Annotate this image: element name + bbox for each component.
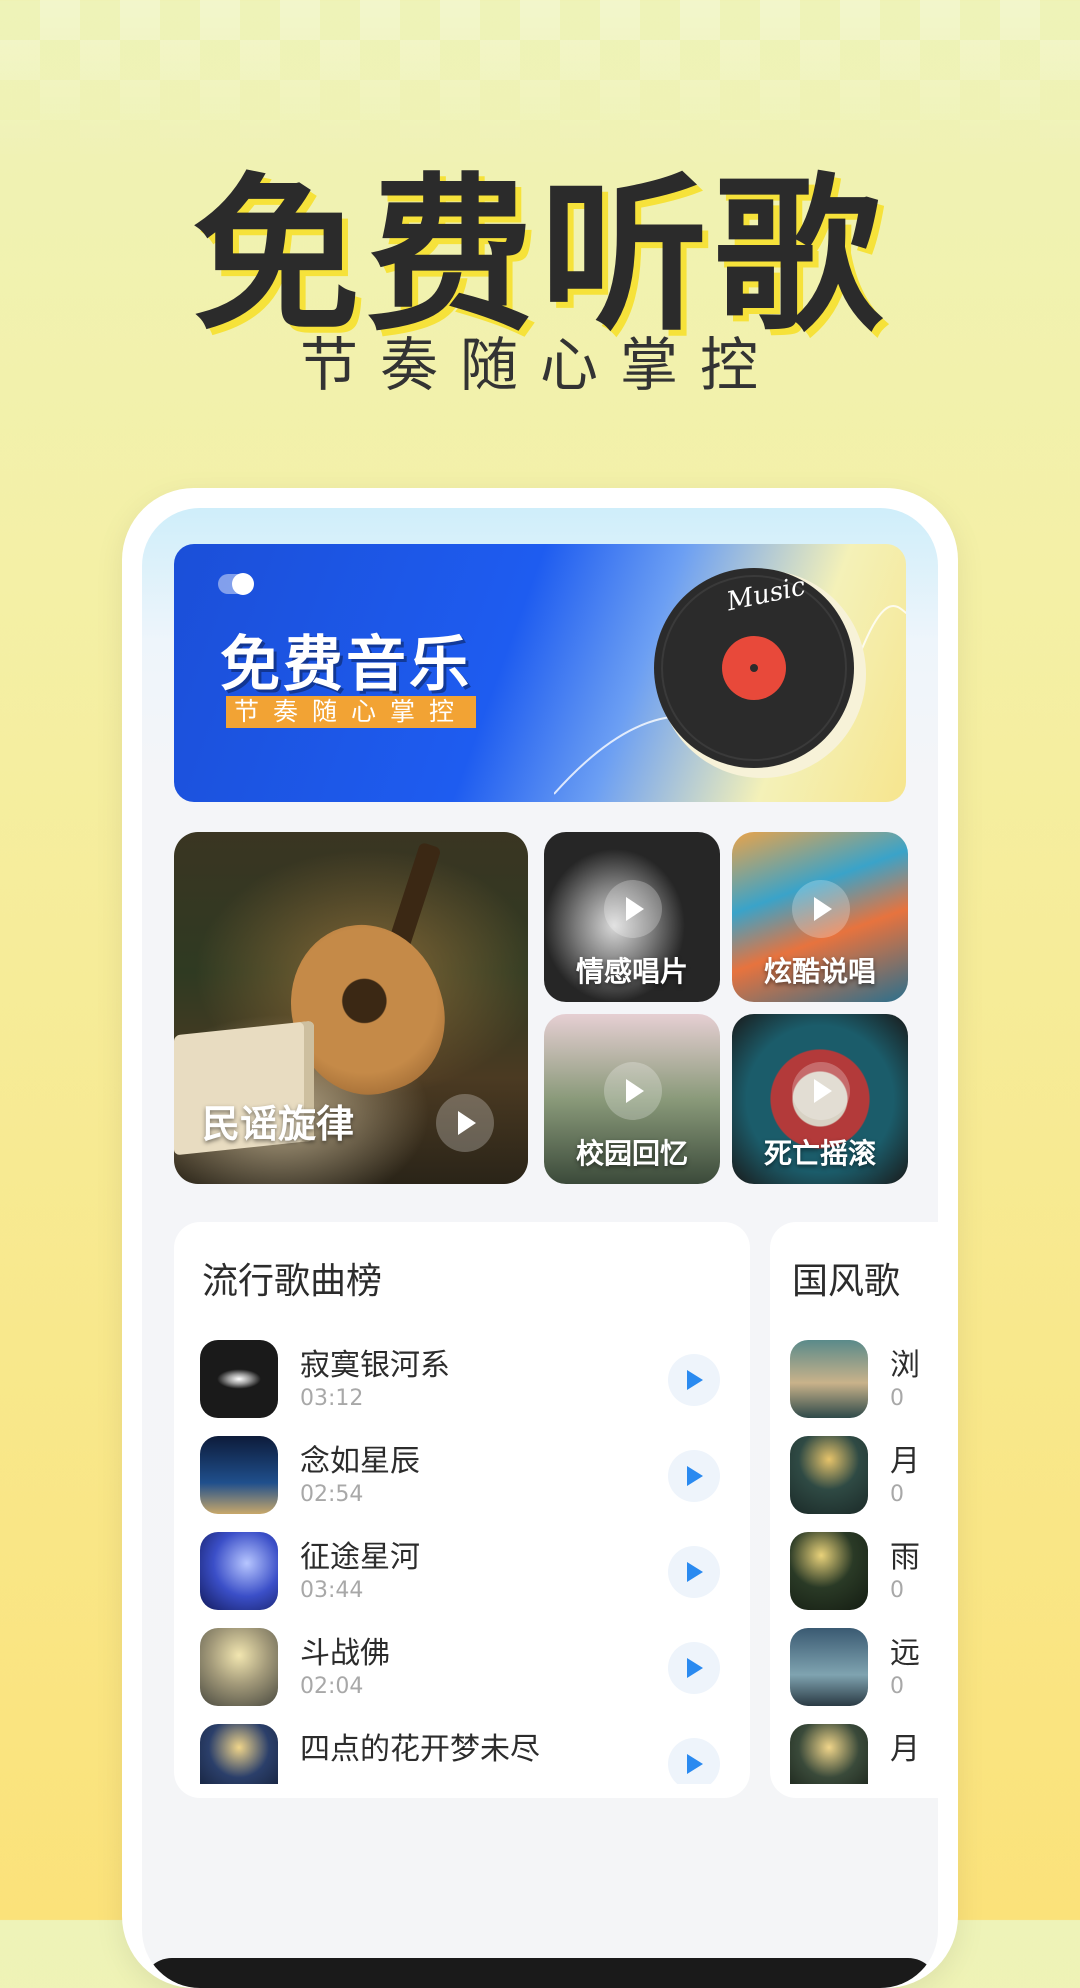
category-label: 情感唱片 <box>575 955 688 988</box>
category-tile-folk[interactable]: 民谣旋律 <box>174 832 528 1184</box>
promo-banner[interactable]: 免费音乐 节奏随心掌控 Music <box>174 544 906 802</box>
song-cover <box>200 1724 278 1784</box>
play-icon[interactable] <box>668 1642 720 1694</box>
category-label: 民谣旋律 <box>202 1102 355 1146</box>
song-cover <box>790 1724 868 1784</box>
play-icon[interactable] <box>436 1094 494 1152</box>
song-duration: 0 <box>890 1578 904 1603</box>
song-duration: 02:54 <box>300 1482 364 1507</box>
song-name: 征途星河 <box>300 1540 420 1575</box>
category-tile-emotion[interactable]: 情感唱片 <box>544 832 720 1002</box>
banner-subtitle: 节奏随心掌控 <box>226 696 477 728</box>
play-icon[interactable] <box>604 1062 662 1120</box>
play-icon[interactable] <box>668 1738 720 1784</box>
chart-title: 流行歌曲榜 <box>202 1261 383 1302</box>
play-icon[interactable] <box>668 1354 720 1406</box>
song-duration: 0 <box>890 1482 904 1507</box>
category-label: 炫酷说唱 <box>763 955 876 988</box>
chart-title: 国风歌 <box>792 1261 901 1302</box>
play-icon[interactable] <box>792 1062 850 1120</box>
play-icon[interactable] <box>604 880 662 938</box>
song-cover <box>200 1628 278 1706</box>
song-row[interactable]: 寂寞银河系 03:12 <box>200 1340 720 1420</box>
song-row[interactable]: 浏 0 <box>790 1340 938 1420</box>
song-cover <box>790 1436 868 1514</box>
category-tile-rock[interactable]: 死亡摇滚 <box>732 1014 908 1184</box>
song-row[interactable]: 念如星辰 02:54 <box>200 1436 720 1516</box>
song-name: 斗战佛 <box>300 1636 390 1671</box>
song-name: 四点的花开梦未尽 <box>300 1732 540 1767</box>
bottom-nav-bar <box>142 1958 938 1988</box>
song-cover <box>200 1532 278 1610</box>
song-name: 念如星辰 <box>300 1444 420 1479</box>
play-icon[interactable] <box>792 880 850 938</box>
song-name: 月 <box>890 1732 920 1767</box>
song-row[interactable]: 四点的花开梦未尽 <box>200 1724 720 1784</box>
chart-card-guofeng[interactable]: 国风歌 浏 0 月 0 雨 0 远 0 月 <box>770 1222 938 1798</box>
song-row[interactable]: 斗战佛 02:04 <box>200 1628 720 1708</box>
song-row[interactable]: 远 0 <box>790 1628 938 1708</box>
song-cover <box>790 1340 868 1418</box>
play-icon[interactable] <box>668 1450 720 1502</box>
category-tile-campus[interactable]: 校园回忆 <box>544 1014 720 1184</box>
play-icon[interactable] <box>668 1546 720 1598</box>
song-name: 远 <box>890 1636 920 1671</box>
vinyl-disc-icon: Music <box>654 568 866 778</box>
chart-card-pop[interactable]: 流行歌曲榜 寂寞银河系 03:12 念如星辰 02:54 征途星河 03:44 <box>174 1222 750 1798</box>
song-duration: 03:12 <box>300 1386 364 1411</box>
song-duration: 02:04 <box>300 1674 364 1699</box>
app-screen: 免费音乐 节奏随心掌控 Music 民谣旋律 情感唱片 炫酷说唱 校园回忆 死亡… <box>142 508 938 1988</box>
phone-frame: 免费音乐 节奏随心掌控 Music 民谣旋律 情感唱片 炫酷说唱 校园回忆 死亡… <box>122 488 958 1988</box>
song-cover <box>200 1436 278 1514</box>
song-row[interactable]: 月 <box>790 1724 938 1784</box>
banner-title: 免费音乐 <box>220 630 472 700</box>
song-name: 寂寞银河系 <box>300 1348 450 1383</box>
song-cover <box>200 1340 278 1418</box>
song-row[interactable]: 雨 0 <box>790 1532 938 1612</box>
song-duration: 0 <box>890 1674 904 1699</box>
song-duration: 03:44 <box>300 1578 364 1603</box>
category-label: 死亡摇滚 <box>763 1137 876 1170</box>
song-duration: 0 <box>890 1386 904 1411</box>
song-name: 雨 <box>890 1540 920 1575</box>
song-cover <box>790 1628 868 1706</box>
song-row[interactable]: 征途星河 03:44 <box>200 1532 720 1612</box>
song-cover <box>790 1532 868 1610</box>
hero-subtitle: 节奏随心掌控 <box>299 331 780 399</box>
category-tile-rap[interactable]: 炫酷说唱 <box>732 832 908 1002</box>
song-name: 浏 <box>890 1348 920 1383</box>
toggle-icon <box>218 573 254 595</box>
song-row[interactable]: 月 0 <box>790 1436 938 1516</box>
song-name: 月 <box>890 1444 920 1479</box>
category-label: 校园回忆 <box>575 1137 688 1170</box>
